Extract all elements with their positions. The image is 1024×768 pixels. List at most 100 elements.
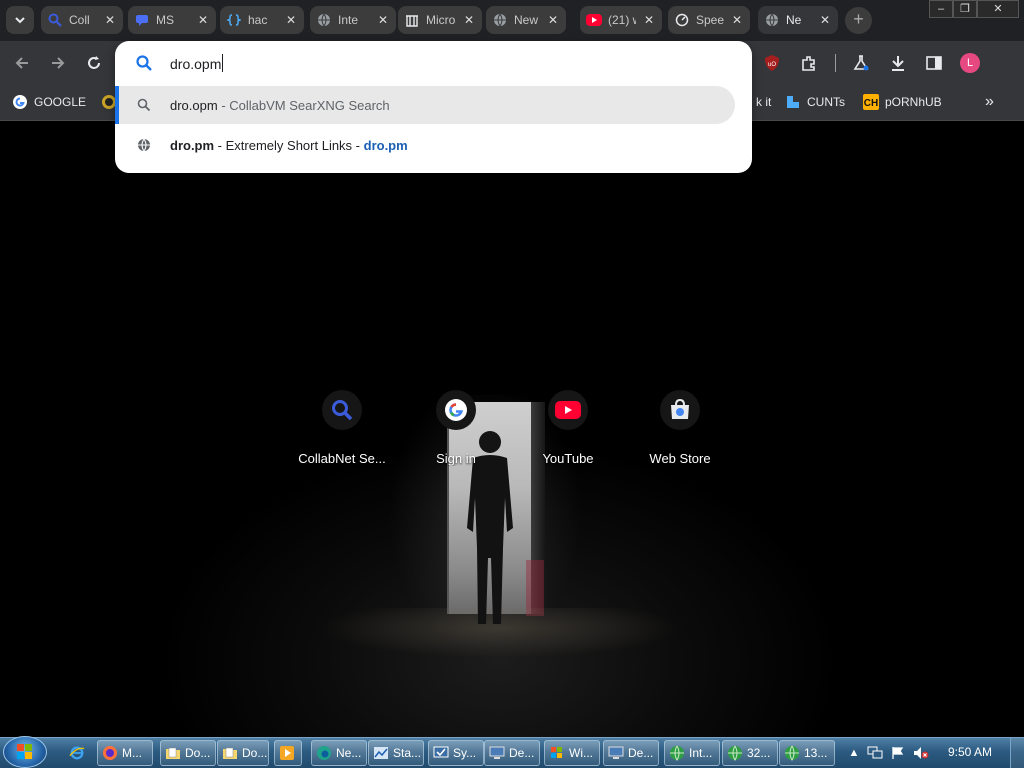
- clock[interactable]: 9:50 AM: [948, 745, 992, 759]
- tab[interactable]: MS ✕: [128, 6, 216, 34]
- tab-title: Speedt: [696, 13, 724, 27]
- taskbar-item[interactable]: Sy...: [428, 740, 484, 766]
- tab[interactable]: Speedt ✕: [668, 6, 750, 34]
- close-tab-icon[interactable]: ✕: [730, 13, 744, 27]
- tray-overflow-icon[interactable]: ▲: [845, 744, 863, 762]
- restore-button[interactable]: ❐: [953, 0, 977, 18]
- shortcut-sign-in[interactable]: Sign in: [400, 390, 512, 474]
- suggestion-text: dro.opm - CollabVM SearXNG Search: [170, 98, 390, 113]
- tab[interactable]: New Ta ✕: [486, 6, 566, 34]
- minimize-button[interactable]: –: [929, 0, 953, 18]
- suggestion-description: CollabVM SearXNG Search: [229, 97, 390, 113]
- tray-network-icon[interactable]: [866, 744, 884, 762]
- google-icon: [12, 94, 28, 110]
- tab-title: Ne: [786, 13, 802, 27]
- edge-icon: [316, 745, 332, 761]
- show-desktop-button[interactable]: [1010, 738, 1024, 768]
- omnibox: [115, 41, 752, 85]
- taskbar-item[interactable]: 32...: [722, 740, 778, 766]
- start-button[interactable]: [3, 736, 47, 768]
- close-tab-icon[interactable]: ✕: [196, 13, 210, 27]
- taskbar-item[interactable]: De...: [603, 740, 659, 766]
- new-tab-button[interactable]: +: [845, 7, 872, 34]
- youtube-icon: [548, 390, 588, 430]
- network-icon: [727, 745, 743, 761]
- close-tab-icon[interactable]: ✕: [642, 13, 656, 27]
- chart-icon: [373, 745, 389, 761]
- bookmark-google[interactable]: GOOGLE: [12, 92, 86, 112]
- labs-flask-icon[interactable]: [849, 51, 873, 75]
- tab-title: New Ta: [514, 13, 540, 27]
- extensions-icon[interactable]: [797, 51, 821, 75]
- tray-volume-muted-icon[interactable]: [912, 744, 930, 762]
- suggestion-main: dro.opm: [170, 97, 218, 113]
- bookmarks-overflow-button[interactable]: »: [985, 92, 994, 112]
- close-tab-icon[interactable]: ✕: [376, 13, 390, 27]
- suggestion-main: dro.pm: [170, 137, 215, 153]
- bookmark-label: pORNhUB: [885, 95, 942, 109]
- bookmark-pornhub[interactable]: CH pORNhUB: [863, 92, 942, 112]
- tab[interactable]: Coll ✕: [41, 6, 123, 34]
- taskbar-item[interactable]: Sta...: [368, 740, 424, 766]
- taskbar-pinned-ie[interactable]: [64, 740, 90, 766]
- taskbar-item[interactable]: 13...: [779, 740, 835, 766]
- shortcut-web-store[interactable]: Web Store: [624, 390, 736, 474]
- svg-text:CH: CH: [864, 98, 878, 109]
- close-tab-icon[interactable]: ✕: [546, 13, 560, 27]
- tab[interactable]: Micros ✕: [398, 6, 482, 34]
- reload-button[interactable]: [82, 51, 106, 75]
- globe-icon: [135, 136, 153, 154]
- suggestion-separator: -: [352, 137, 364, 153]
- close-tab-icon[interactable]: ✕: [284, 13, 298, 27]
- back-button[interactable]: [10, 51, 34, 75]
- taskbar-item[interactable]: De...: [484, 740, 540, 766]
- bookmark-icon: [785, 94, 801, 110]
- shortcut-collabnet[interactable]: CollabNet Se...: [286, 390, 398, 474]
- text-caret: [222, 54, 223, 72]
- profile-avatar[interactable]: L: [958, 51, 982, 75]
- tab-search-button[interactable]: [6, 6, 34, 34]
- tab-title: Micros: [426, 13, 456, 27]
- side-panel-icon[interactable]: [922, 51, 946, 75]
- taskbar-item[interactable]: Wi...: [544, 740, 600, 766]
- svg-text:uO: uO: [768, 62, 776, 68]
- close-tab-icon[interactable]: ✕: [818, 13, 832, 27]
- bookmark-k-it[interactable]: k it: [756, 92, 771, 112]
- youtube-icon: [586, 12, 602, 28]
- globe-icon: [492, 12, 508, 28]
- shortcut-youtube[interactable]: YouTube: [512, 390, 624, 474]
- tab-title: hac: [248, 13, 268, 27]
- suggestion-url: dro.pm: [363, 137, 408, 153]
- forward-button[interactable]: [46, 51, 70, 75]
- tab-title: Coll: [69, 13, 90, 27]
- omnibox-suggestion[interactable]: dro.pm - Extremely Short Links - dro.pm: [115, 126, 735, 164]
- download-icon[interactable]: [886, 51, 910, 75]
- tab-title: Inte: [338, 13, 359, 27]
- network-icon: [669, 745, 685, 761]
- reload-icon: [88, 56, 100, 69]
- archive-icon: [404, 12, 420, 28]
- profile-initial: L: [960, 53, 980, 73]
- tray-flag-icon[interactable]: [889, 744, 907, 762]
- omnibox-suggestion[interactable]: dro.opm - CollabVM SearXNG Search: [115, 86, 735, 124]
- bookmark-cunts[interactable]: CUNTs: [785, 92, 845, 112]
- close-tab-icon[interactable]: ✕: [103, 13, 117, 27]
- tab[interactable]: hac ✕: [220, 6, 304, 34]
- tab[interactable]: Ne ✕: [758, 6, 838, 34]
- taskbar-item[interactable]: Do...: [160, 740, 216, 766]
- close-tab-icon[interactable]: ✕: [462, 13, 476, 27]
- taskbar-item[interactable]: Ne...: [311, 740, 367, 766]
- taskbar-item-label: Do...: [242, 746, 268, 760]
- address-input[interactable]: [170, 53, 710, 75]
- taskbar-item[interactable]: [274, 740, 302, 766]
- taskbar-item[interactable]: Int...: [664, 740, 720, 766]
- tab[interactable]: Inte ✕: [310, 6, 396, 34]
- close-button[interactable]: ✕: [977, 0, 1019, 18]
- taskbar-item[interactable]: M...: [97, 740, 153, 766]
- tab[interactable]: (21) wh ✕: [580, 6, 662, 34]
- suggestion-separator: -: [214, 137, 226, 153]
- ublock-icon[interactable]: uO: [760, 51, 784, 75]
- taskbar-item[interactable]: Do...: [217, 740, 269, 766]
- chat-icon: [134, 12, 150, 28]
- taskbar-item-label: Int...: [689, 746, 713, 760]
